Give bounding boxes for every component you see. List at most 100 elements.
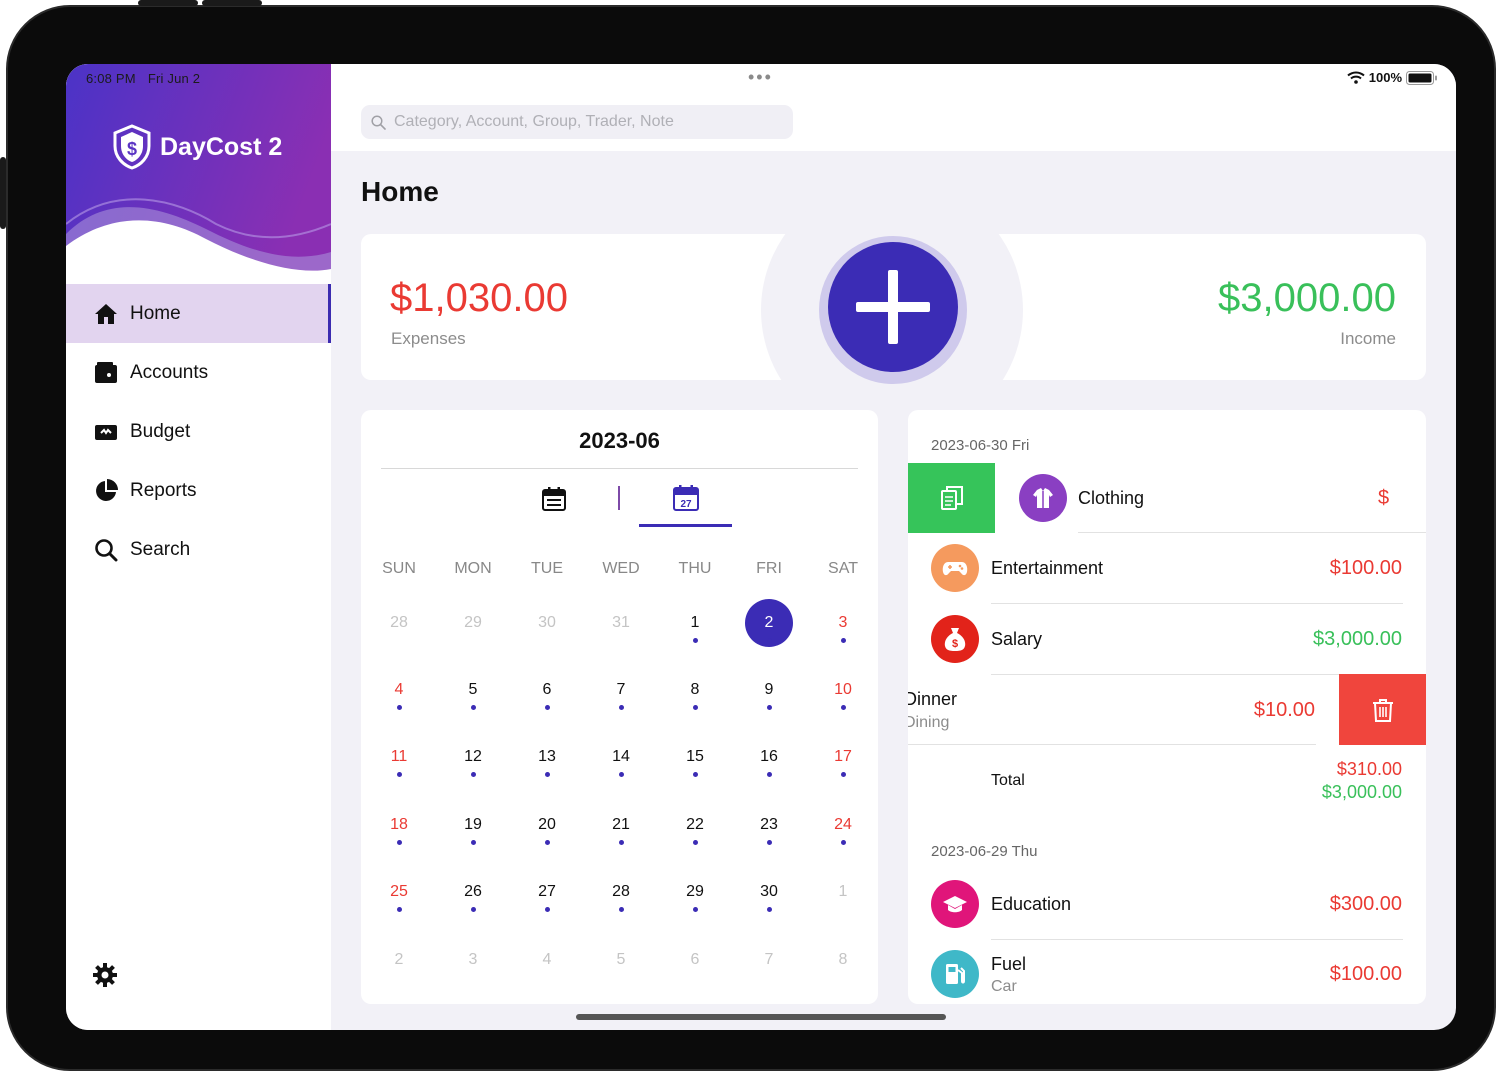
has-transactions-dot: [841, 705, 846, 710]
has-transactions-dot: [841, 840, 846, 845]
pie-chart-icon: [94, 478, 118, 503]
transaction-row[interactable]: Fuel Car $100.00: [908, 939, 1426, 1004]
calendar-day[interactable]: 30: [732, 872, 806, 912]
calendar-day[interactable]: 3: [436, 940, 510, 980]
calendar-day[interactable]: 8: [806, 940, 880, 980]
calendar-day[interactable]: 7: [584, 670, 658, 710]
app-name: DayCost 2: [160, 132, 283, 161]
calendar-day[interactable]: 28: [362, 603, 436, 643]
has-transactions-dot: [619, 705, 624, 710]
calendar-day[interactable]: 16: [732, 737, 806, 777]
transaction-row[interactable]: $ Salary $3,000.00: [908, 604, 1426, 675]
calendar-day[interactable]: 19: [436, 805, 510, 845]
day-number: 12: [464, 748, 482, 765]
calendar-day[interactable]: 18: [362, 805, 436, 845]
calendar-day[interactable]: 15: [658, 737, 732, 777]
calendar-day[interactable]: 5: [584, 940, 658, 980]
sidebar-item-label: Accounts: [130, 361, 209, 383]
day-number: 20: [538, 816, 556, 833]
day-number: 7: [764, 951, 774, 968]
calendar-day[interactable]: 17: [806, 737, 880, 777]
calendar-day-selected[interactable]: 2: [732, 599, 806, 647]
delete-button[interactable]: [1339, 674, 1426, 745]
has-transactions-dot: [471, 772, 476, 777]
calendar-day[interactable]: 25: [362, 872, 436, 912]
calendar-day[interactable]: 28: [584, 872, 658, 912]
day-number: 28: [390, 614, 408, 631]
calendar-day[interactable]: 1: [658, 603, 732, 643]
calendar-day[interactable]: 9: [732, 670, 806, 710]
calendar-day[interactable]: 4: [510, 940, 584, 980]
list-view-toggle[interactable]: [541, 486, 567, 512]
day-number: 18: [390, 816, 408, 833]
sidebar-item-budget[interactable]: Budget: [66, 402, 331, 461]
svg-text:$: $: [127, 139, 137, 159]
sidebar-item-reports[interactable]: Reports: [66, 461, 331, 520]
day-number: 3: [838, 614, 848, 631]
month-view-toggle[interactable]: 27: [672, 484, 700, 512]
calendar-month-title[interactable]: 2023-06: [361, 428, 878, 454]
calendar-day[interactable]: 29: [436, 603, 510, 643]
income-amount: $3,000.00: [1218, 276, 1396, 320]
calendar-day[interactable]: 21: [584, 805, 658, 845]
day-number: 4: [394, 681, 404, 698]
status-time: 6:08 PM: [86, 71, 136, 86]
calendar-day[interactable]: 24: [806, 805, 880, 845]
calendar-day[interactable]: 6: [510, 670, 584, 710]
calendar-day[interactable]: 1: [806, 872, 880, 912]
day-number: 17: [834, 748, 852, 765]
calendar-day[interactable]: 7: [732, 940, 806, 980]
calendar-day[interactable]: 12: [436, 737, 510, 777]
calendar-day[interactable]: 11: [362, 737, 436, 777]
sidebar-item-label: Reports: [130, 479, 197, 501]
has-transactions-dot: [693, 840, 698, 845]
calendar-day[interactable]: 6: [658, 940, 732, 980]
sidebar-item-accounts[interactable]: Accounts: [66, 343, 331, 402]
add-transaction-button[interactable]: [828, 242, 958, 372]
transaction-amount: $100.00: [1329, 963, 1402, 985]
has-transactions-dot: [841, 638, 846, 643]
calendar-day[interactable]: 30: [510, 603, 584, 643]
tablet-frame: 6:08 PM Fri Jun 2 $ DayCost 2 Home Accou…: [0, 0, 1496, 1071]
has-transactions-dot: [693, 907, 698, 912]
calendar-day[interactable]: 2: [362, 940, 436, 980]
has-transactions-dot: [397, 840, 402, 845]
calendar-day[interactable]: 10: [806, 670, 880, 710]
search-icon: [371, 114, 386, 130]
calendar-day[interactable]: 13: [510, 737, 584, 777]
sidebar-item-search[interactable]: Search: [66, 520, 331, 579]
search-bar[interactable]: [361, 105, 793, 139]
side-button: [0, 157, 6, 229]
transaction-row[interactable]: Clothing $: [908, 463, 1426, 533]
status-date: Fri Jun 2: [147, 71, 201, 86]
calendar-day[interactable]: 26: [436, 872, 510, 912]
transaction-row[interactable]: Entertainment $100.00: [908, 533, 1426, 604]
multitasking-dots[interactable]: •••: [748, 68, 773, 86]
graduation-cap-icon: [931, 880, 979, 928]
calendar-day[interactable]: 22: [658, 805, 732, 845]
weekday-header: WED: [602, 560, 640, 577]
calendar-day[interactable]: 29: [658, 872, 732, 912]
calendar-day[interactable]: 31: [584, 603, 658, 643]
calendar-day[interactable]: 3: [806, 603, 880, 643]
transaction-name: Fuel: [991, 954, 1027, 974]
calendar-day[interactable]: 27: [510, 872, 584, 912]
calendar-day[interactable]: 23: [732, 805, 806, 845]
summary-card: $1,030.00 Expenses $3,000.00 Income: [361, 179, 1426, 441]
divider: [381, 468, 858, 469]
sidebar-item-home[interactable]: Home: [66, 284, 331, 343]
weekday-header: FRI: [756, 560, 782, 577]
calendar-day[interactable]: 8: [658, 670, 732, 710]
search-input[interactable]: [394, 113, 784, 131]
settings-button[interactable]: [92, 962, 118, 988]
calendar-day[interactable]: 4: [362, 670, 436, 710]
transaction-row[interactable]: Education $300.00: [908, 869, 1426, 940]
calendar-day[interactable]: 20: [510, 805, 584, 845]
calendar-day[interactable]: 5: [436, 670, 510, 710]
day-number: 21: [612, 816, 630, 833]
home-indicator[interactable]: [576, 1014, 946, 1020]
top-button: [138, 0, 198, 6]
day-number: 26: [464, 883, 482, 900]
calendar-day[interactable]: 14: [584, 737, 658, 777]
date-header: 2023-06-30 Fri: [931, 437, 1030, 454]
